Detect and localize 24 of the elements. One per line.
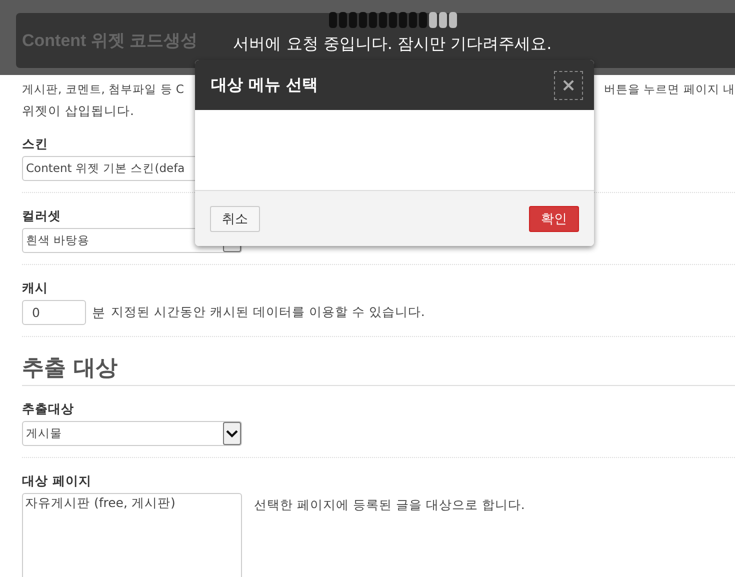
loading-indicator-icon (328, 12, 456, 28)
close-button[interactable]: × (554, 70, 583, 100)
field-label: 스킨 (22, 136, 48, 153)
modal-title: 대상 메뉴 선택 (211, 74, 318, 96)
section-heading: 추출 대상 (22, 353, 735, 386)
list-option[interactable]: 자유게시판 (free, 게시판) (25, 495, 239, 512)
field-label: 추출대상 (22, 401, 74, 418)
intro-text: 버튼을 누르면 페이지 내 (604, 81, 735, 98)
dropdown-button[interactable] (223, 422, 241, 445)
number-field[interactable]: 0 (22, 300, 86, 325)
cancel-button[interactable]: 취소 (210, 206, 260, 232)
intro-text: 게시판, 코멘트, 첨부파일 등 C (22, 81, 184, 98)
unit-label: 분 (92, 304, 105, 322)
intro-text: 위젯이 삽입됩니다. (22, 103, 134, 118)
help-text: 지정된 시간동안 캐시된 데이터를 이용할 수 있습니다. (111, 304, 425, 321)
chevron-down-icon (226, 430, 238, 438)
field-label: 대상 페이지 (22, 473, 92, 490)
loading-message: 서버에 요청 중입니다. 잠시만 기다려주세요. (233, 34, 552, 55)
help-text: 선택한 페이지에 등록된 글을 대상으로 합니다. (254, 496, 525, 514)
field-label: 캐시 (22, 280, 48, 297)
field-label: 컬러셋 (22, 208, 61, 225)
select-field[interactable]: 게시물 (22, 421, 242, 446)
list-box[interactable]: 자유게시판 (free, 게시판) (22, 493, 242, 577)
confirm-button[interactable]: 확인 (529, 206, 579, 232)
